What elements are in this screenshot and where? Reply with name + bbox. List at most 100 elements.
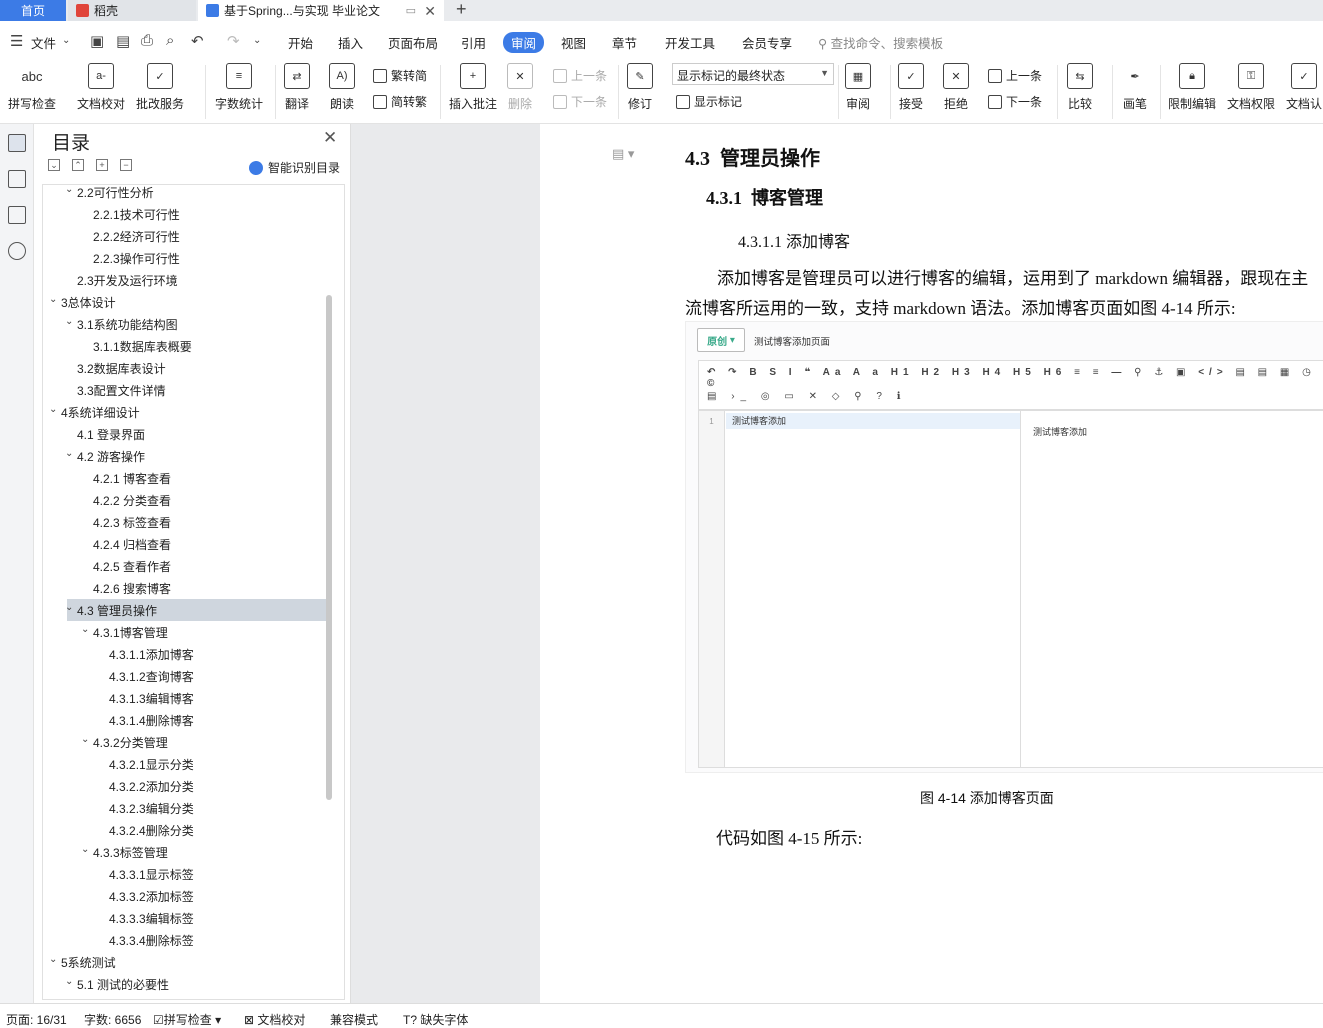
close-icon[interactable]: ✕ bbox=[323, 128, 337, 148]
chevron-down-icon[interactable]: ⌄ bbox=[81, 624, 89, 635]
pin-icon[interactable]: ▭ bbox=[406, 4, 416, 17]
track-changes-button[interactable]: ✎ 修订 bbox=[627, 63, 653, 112]
review-pane-button[interactable]: ▦ 审阅 bbox=[845, 63, 871, 112]
toc-item[interactable]: ⌄ 4系统详细设计 bbox=[43, 401, 323, 423]
prev-comment-button[interactable]: 上一条 bbox=[553, 67, 607, 84]
expand-all-icon[interactable]: ⌄ bbox=[48, 159, 60, 171]
chevron-down-icon[interactable]: ⌄ bbox=[81, 844, 89, 855]
toc-item[interactable]: 4.2.1 博客查看 bbox=[43, 467, 323, 489]
toc-item[interactable]: ⌄ 4.3.3标签管理 bbox=[43, 841, 323, 863]
new-tab-icon[interactable]: + bbox=[456, 0, 467, 20]
chevron-down-icon[interactable]: ⌄ bbox=[65, 185, 73, 195]
chevron-down-icon[interactable]: ⌄ bbox=[81, 734, 89, 745]
toc-item[interactable]: ⌄ 2.2可行性分析 bbox=[43, 185, 323, 203]
toc-item[interactable]: ⌄ 3.1系统功能结构图 bbox=[43, 313, 323, 335]
delete-comment-button[interactable]: ✕ 删除 bbox=[507, 63, 533, 112]
toc-item[interactable]: ⌄ 4.3 管理员操作 bbox=[65, 599, 326, 621]
chevron-down-icon[interactable]: ⌄ bbox=[49, 294, 57, 305]
menu-layout[interactable]: 页面布局 bbox=[388, 33, 438, 52]
smart-toc-button[interactable]: 智能识别目录 bbox=[249, 159, 340, 176]
promote-icon[interactable]: + bbox=[96, 159, 108, 171]
status-spell-check[interactable]: ☑拼写检查 ▾ bbox=[153, 1011, 221, 1028]
toc-item[interactable]: 4.3.3.4删除标签 bbox=[43, 929, 323, 951]
chevron-down-icon[interactable]: ⌄ bbox=[65, 602, 73, 613]
tab-document[interactable]: 基于Spring...与实现 毕业论文 ▭ ✕ bbox=[198, 0, 444, 21]
chevron-down-icon[interactable]: ⌄ bbox=[49, 404, 57, 415]
undo-icon[interactable]: ↶ bbox=[191, 32, 204, 50]
scrollbar[interactable] bbox=[326, 295, 332, 800]
toc-item[interactable]: 3.2数据库表设计 bbox=[43, 357, 323, 379]
prev-change-button[interactable]: 上一条 bbox=[988, 67, 1042, 84]
toc-item[interactable]: 4.3.3.1显示标签 bbox=[43, 863, 323, 885]
search-icon[interactable] bbox=[8, 242, 26, 260]
menu-chapter[interactable]: 章节 bbox=[612, 33, 637, 52]
read-aloud-button[interactable]: A) 朗读 bbox=[329, 63, 355, 112]
missing-font[interactable]: T? 缺失字体 bbox=[403, 1011, 468, 1028]
toc-item[interactable]: 3.3配置文件详情 bbox=[43, 379, 323, 401]
chevron-down-icon[interactable]: ⌄ bbox=[49, 954, 57, 965]
page-indicator[interactable]: 页面: 16/31 bbox=[6, 1011, 67, 1028]
insert-comment-button[interactable]: + 插入批注 bbox=[449, 63, 497, 112]
markup-state-select[interactable]: 显示标记的最终状态 ▼ bbox=[672, 63, 834, 85]
bookmark-icon[interactable] bbox=[8, 206, 26, 224]
toc-item[interactable]: 4.3.2.2添加分类 bbox=[43, 775, 323, 797]
tab-home[interactable]: 首页 bbox=[0, 0, 66, 21]
toc-item[interactable]: ⌄ 4.3.2分类管理 bbox=[43, 731, 323, 753]
toc-item[interactable]: 2.2.1技术可行性 bbox=[43, 203, 323, 225]
status-proof[interactable]: ⊠ 文档校对 bbox=[244, 1011, 305, 1028]
menu-dev[interactable]: 开发工具 bbox=[665, 33, 715, 52]
export-icon[interactable]: ▤ bbox=[116, 32, 130, 50]
menu-review[interactable]: 审阅 bbox=[503, 32, 545, 53]
next-change-button[interactable]: 下一条 bbox=[988, 93, 1042, 110]
show-markup-button[interactable]: 显示标记 bbox=[676, 93, 742, 110]
word-count-button[interactable]: ≡ 字数统计 bbox=[215, 63, 263, 112]
chevron-down-icon[interactable]: ⌄ bbox=[65, 448, 73, 459]
chevron-down-icon[interactable]: ⌄ bbox=[62, 35, 70, 46]
compare-button[interactable]: ⇆ 比较 bbox=[1067, 63, 1093, 112]
spell-check-button[interactable]: abc 拼写检查 bbox=[8, 63, 56, 112]
next-comment-button[interactable]: 下一条 bbox=[553, 93, 607, 110]
toc-item[interactable]: 4.1 登录界面 bbox=[43, 423, 323, 445]
tab-daoke[interactable]: 稻壳 bbox=[68, 0, 196, 21]
chevron-down-icon[interactable]: ⌄ bbox=[65, 316, 73, 327]
accept-button[interactable]: ✓ 接受 bbox=[898, 63, 924, 112]
menu-start[interactable]: 开始 bbox=[288, 33, 313, 52]
toc-item[interactable]: 4.3.2.1显示分类 bbox=[43, 753, 323, 775]
save-icon[interactable]: ▣ bbox=[90, 32, 104, 50]
toc-panel-icon[interactable] bbox=[8, 134, 26, 152]
word-count-indicator[interactable]: 字数: 6656 bbox=[84, 1011, 141, 1028]
simp-to-trad-button[interactable]: 简转繁 bbox=[373, 93, 427, 110]
command-search[interactable]: ⚲ 查找命令、搜索模板 bbox=[818, 33, 943, 52]
page-marker-icon[interactable]: ▤ ▾ bbox=[612, 146, 634, 162]
correction-service-button[interactable]: ✓ 批改服务 bbox=[136, 63, 184, 112]
doc-proof-button[interactable]: a- 文档校对 bbox=[77, 63, 125, 112]
hamburger-icon[interactable]: ☰ bbox=[10, 32, 23, 50]
toc-item[interactable]: 4.3.2.3编辑分类 bbox=[43, 797, 323, 819]
toc-item[interactable]: ⌄ 3总体设计 bbox=[43, 291, 323, 313]
print-preview-icon[interactable]: ⌕ bbox=[166, 32, 174, 49]
toc-item[interactable]: 2.2.2经济可行性 bbox=[43, 225, 323, 247]
chapter-panel-icon[interactable] bbox=[8, 170, 26, 188]
doc-cert-button[interactable]: ✓ 文档认 bbox=[1286, 63, 1322, 112]
menu-view[interactable]: 视图 bbox=[561, 33, 586, 52]
pen-button[interactable]: ✒ 画笔 bbox=[1122, 63, 1148, 112]
trad-to-simp-button[interactable]: 繁转简 bbox=[373, 67, 427, 84]
menu-reference[interactable]: 引用 bbox=[461, 33, 486, 52]
chevron-down-icon[interactable]: ⌄ bbox=[65, 976, 73, 987]
toc-item[interactable]: 4.3.1.3编辑博客 bbox=[43, 687, 323, 709]
reject-button[interactable]: ✕ 拒绝 bbox=[943, 63, 969, 112]
toc-item[interactable]: 2.3开发及运行环境 bbox=[43, 269, 323, 291]
toc-item[interactable]: 4.3.1.4删除博客 bbox=[43, 709, 323, 731]
more-icon[interactable]: ⌄ bbox=[253, 35, 261, 46]
demote-icon[interactable]: − bbox=[120, 159, 132, 171]
restrict-edit-button[interactable]: 🔒︎ 限制编辑 bbox=[1168, 63, 1216, 112]
toc-item[interactable]: ⌄ 4.2 游客操作 bbox=[43, 445, 323, 467]
toc-item[interactable]: 4.3.3.3编辑标签 bbox=[43, 907, 323, 929]
toc-item[interactable]: 4.2.5 查看作者 bbox=[43, 555, 323, 577]
redo-icon[interactable]: ↷ bbox=[227, 32, 240, 50]
menu-file[interactable]: 文件 bbox=[31, 33, 56, 52]
toc-item[interactable]: 2.2.3操作可行性 bbox=[43, 247, 323, 269]
toc-item[interactable]: 4.3.2.4删除分类 bbox=[43, 819, 323, 841]
menu-insert[interactable]: 插入 bbox=[338, 33, 363, 52]
doc-permission-button[interactable]: ⚿ 文档权限 bbox=[1227, 63, 1275, 112]
